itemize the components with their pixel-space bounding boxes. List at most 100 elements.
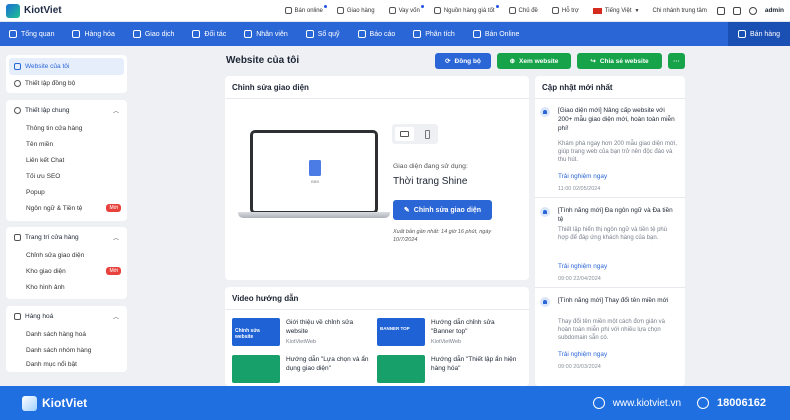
video-thumbnail[interactable]: Chỉnh sửa website <box>232 318 280 346</box>
footer-brand: KiotViet <box>42 396 88 410</box>
sidebar-subitem[interactable]: Danh mục nổi bật <box>6 358 127 370</box>
sidebar-subitem[interactable]: Popup <box>6 184 127 200</box>
current-theme-label: Giao diện đang sử dụng: <box>393 163 468 170</box>
edit-theme-button[interactable]: ✎ Chỉnh sửa giao diện <box>393 200 492 220</box>
shop-icon <box>284 7 292 14</box>
sidebar-subitem[interactable]: Tên miền <box>6 136 127 152</box>
gear-icon[interactable] <box>748 6 757 15</box>
card-title: Chỉnh sửa giao diện <box>232 83 309 92</box>
news-time: 09:00 22/04/2024 <box>558 276 601 282</box>
sidebar-group-thiet-lap-chung: Thiết lập chung ︿ Thông tin cửa hàng Tên … <box>6 100 127 221</box>
sidebar-subitem[interactable]: Kho hình ảnh <box>6 279 127 295</box>
nav-item-nhan-vien[interactable]: Nhân viên <box>235 22 297 46</box>
support-icon <box>551 7 559 14</box>
nav-label: Nhân viên <box>256 30 288 38</box>
bell-icon <box>540 207 550 217</box>
news-desc: Thay đổi tên miền một cách đơn giản và h… <box>558 319 665 341</box>
branch-name[interactable]: Chi nhánh trung tâm <box>646 8 712 14</box>
card-title: Cập nhật mới nhất <box>542 83 613 92</box>
nav-item-tong-quan[interactable]: Tổng quan <box>0 22 63 46</box>
location-icon[interactable] <box>716 6 725 15</box>
mail-icon[interactable] <box>732 6 741 15</box>
top-link-ho-tro[interactable]: Hỗ trợ <box>545 7 586 14</box>
desktop-toggle[interactable] <box>395 127 414 141</box>
report-icon <box>357 30 366 38</box>
video-thumbnail[interactable] <box>377 355 425 383</box>
sidebar-group-hang-hoa: Hàng hoá ︿ Danh sách hàng hoá Danh sách n… <box>6 306 127 372</box>
nav-item-giao-dich[interactable]: Giao dịch <box>124 22 184 46</box>
chevron-up-icon: ︿ <box>112 314 119 321</box>
top-link-ban-online[interactable]: Bán online <box>278 5 330 14</box>
nav-item-doi-tac[interactable]: Đối tác <box>183 22 235 46</box>
top-link-nguon-hang[interactable]: Nguồn hàng giá tốt <box>427 5 502 14</box>
nav-item-bao-cao[interactable]: Báo cáo <box>349 22 405 46</box>
video-title[interactable]: Hướng dẫn "Thiết lập ẩn hiện hàng hóa" <box>431 355 519 373</box>
nav-label: Đối tác <box>204 30 227 38</box>
nav-item-hang-hoa[interactable]: Hàng hóa <box>63 22 123 46</box>
nav-item-so-quy[interactable]: Sổ quỹ <box>297 22 349 46</box>
news-desc: Khám phá ngay hơn 200 mẫu giao diện mới,… <box>558 141 677 163</box>
video-title[interactable]: Hướng dẫn chỉnh sửa "Banner top" <box>431 318 519 336</box>
sell-button[interactable]: Bán hàng <box>728 22 790 46</box>
video-thumbnail[interactable]: BANNER TOP <box>377 318 425 346</box>
video-source: KiotVietWeb <box>431 339 462 345</box>
palette-icon <box>508 7 516 14</box>
sidebar-subitem[interactable]: Thông tin cửa hàng <box>6 120 127 136</box>
divider <box>225 309 529 310</box>
sidebar-subitem[interactable]: Tối ưu SEO <box>6 168 127 184</box>
language-label: Tiếng Việt <box>604 7 632 14</box>
sidebar-item-thiet-lap-dong-bo[interactable]: Thiết lập đồng bộ <box>6 75 127 92</box>
cart-icon <box>738 30 747 38</box>
globe-icon <box>592 397 605 409</box>
top-link-label: Hỗ trợ <box>561 7 579 14</box>
sidebar-item-website-cua-toi[interactable]: Website của tôi <box>9 58 124 75</box>
sidebar-group-header[interactable]: Hàng hoá ︿ <box>6 306 127 326</box>
brand-logo[interactable]: KiotViet <box>6 3 62 18</box>
laptop-preview: BBB <box>238 130 390 220</box>
sidebar-subitem[interactable]: Chỉnh sửa giao diện <box>6 247 127 263</box>
mobile-toggle[interactable] <box>418 127 437 141</box>
view-website-button[interactable]: ⊕ Xem website <box>497 53 571 69</box>
divider <box>535 287 685 288</box>
nav-item-phan-tich[interactable]: Phân tích <box>404 22 464 46</box>
top-link-vay-von[interactable]: Vay vốn <box>382 5 427 14</box>
footer-banner: KiotViet www.kiotviet.vn 18006162 <box>0 386 790 420</box>
globe-icon: ⊕ <box>509 58 516 65</box>
user-menu[interactable]: admin <box>765 7 784 14</box>
top-link-giao-hang[interactable]: Giao hàng <box>330 7 382 14</box>
share-website-button[interactable]: ↪ Chia sẻ website <box>577 53 662 69</box>
news-link[interactable]: Trải nghiệm ngay <box>558 173 607 180</box>
thumbnail-text: Chỉnh sửa website <box>235 328 260 340</box>
laptop-base <box>238 212 390 218</box>
top-link-chu-de[interactable]: Chủ đề <box>502 7 545 14</box>
sidebar-group-header[interactable]: Trang trí cửa hàng ︿ <box>6 227 127 247</box>
document-icon <box>309 160 321 176</box>
footer-phone[interactable]: 18006162 <box>717 397 766 409</box>
divider <box>535 197 685 198</box>
sidebar-subitem[interactable]: Liên kết Chat <box>6 152 127 168</box>
video-title[interactable]: Hướng dẫn "Lựa chọn và ẩn dụng giao diện… <box>286 355 374 373</box>
language-select[interactable]: Tiếng Việt ▼ <box>586 7 647 14</box>
partner-icon <box>192 30 201 38</box>
thumbnail-text: BANNER TOP <box>380 326 410 331</box>
subitem-label: Danh mục nổi bật <box>26 360 77 368</box>
news-link[interactable]: Trải nghiệm ngay <box>558 351 607 358</box>
news-link[interactable]: Trải nghiệm ngay <box>558 263 607 270</box>
video-title[interactable]: Giới thiệu về chỉnh sửa website <box>286 318 374 336</box>
sidebar-subitem[interactable]: Danh sách nhóm hàng <box>6 342 127 358</box>
footer-website[interactable]: www.kiotviet.vn <box>613 398 681 409</box>
box-icon <box>72 30 81 38</box>
sidebar-subitem[interactable]: Kho giao diện Mới <box>6 263 127 279</box>
group-title: Hàng hoá <box>25 312 54 320</box>
bell-icon <box>540 297 550 307</box>
nav-item-ban-online[interactable]: Bán Online <box>464 22 529 46</box>
video-thumbnail[interactable] <box>232 355 280 383</box>
sync-button[interactable]: ⟳ Đồng bộ <box>435 53 491 69</box>
chevron-up-icon: ︿ <box>112 108 119 115</box>
button-label: Đồng bộ <box>454 57 481 65</box>
sidebar-subitem[interactable]: Danh sách hàng hoá <box>6 326 127 342</box>
main-nav: Tổng quan Hàng hóa Giao dịch Đối tác Nhâ… <box>0 22 790 46</box>
sidebar-subitem[interactable]: Ngôn ngữ & Tiền tệ Mới <box>6 200 127 216</box>
more-button[interactable]: ··· <box>668 53 685 69</box>
sidebar-group-header[interactable]: Thiết lập chung ︿ <box>6 100 127 120</box>
